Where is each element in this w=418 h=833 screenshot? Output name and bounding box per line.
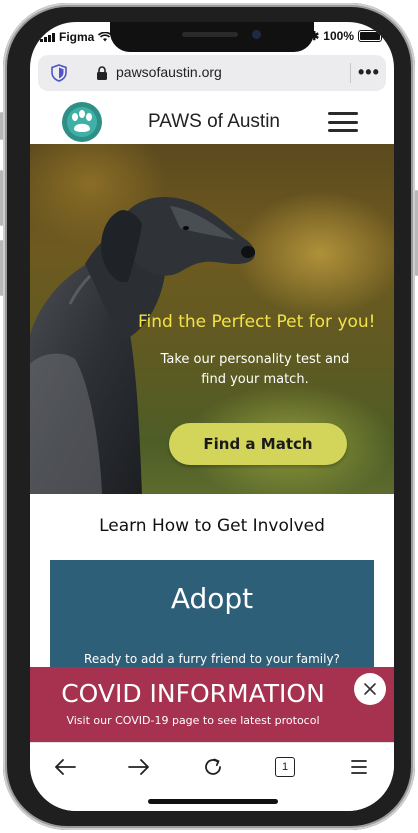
phone-screen: Figma ✱ 100% pawsofaustin.org ••• PAWS o… [30,22,394,811]
paw-print-icon [63,103,101,141]
reload-button[interactable] [198,755,228,779]
carrier-label: Figma [59,30,95,44]
address-bar[interactable]: pawsofaustin.org ••• [38,55,386,91]
battery-percent: 100% [323,29,354,43]
tracking-protection-shield-icon[interactable] [50,64,68,82]
hamburger-line [328,112,358,115]
url-text[interactable]: pawsofaustin.org [116,64,222,80]
battery-icon [358,30,385,42]
close-icon [364,683,376,695]
ellipsis-icon[interactable]: ••• [358,62,380,83]
home-indicator[interactable] [148,799,278,804]
hero-section: Find the Perfect Pet for you! Take our p… [30,144,394,494]
adopt-card-text: Ready to add a furry friend to your fami… [84,652,340,666]
find-a-match-button[interactable]: Find a Match [169,423,347,465]
status-left: Figma [40,30,113,44]
hamburger-icon[interactable] [328,112,358,132]
browser-toolbar: 1 [30,742,394,811]
hero-heading: Find the Perfect Pet for you! [138,312,376,332]
speaker-grille [182,32,238,37]
back-button[interactable] [50,755,80,779]
covid-banner[interactable]: COVID INFORMATION Visit our COVID-19 pag… [30,667,394,742]
site-logo[interactable] [62,102,102,142]
front-camera [252,30,261,39]
lock-icon [97,66,107,80]
address-bar-divider [350,63,351,83]
forward-button[interactable] [124,755,154,779]
site-header: PAWS of Austin [30,100,394,144]
site-title[interactable]: PAWS of Austin [148,111,280,133]
status-bar: Figma ✱ 100% [30,22,394,52]
back-arrow-icon [55,759,76,775]
adopt-card-title: Adopt [170,582,254,615]
signal-icon [40,32,55,42]
bluetooth-icon: ✱ [309,29,320,43]
browser-menu-button[interactable] [344,755,374,779]
reload-icon [205,758,221,775]
covid-banner-subtitle: Visit our COVID-19 page to see latest pr… [66,714,320,727]
hero-subtext: Take our personality test and find your … [160,352,350,387]
status-right: ✱ 100% [309,29,385,43]
forward-arrow-icon [128,759,149,775]
covid-banner-title: COVID INFORMATION [61,679,325,708]
close-banner-button[interactable] [354,673,386,705]
hamburger-line [328,129,358,132]
tab-count: 1 [275,757,295,777]
menu-icon [351,760,367,774]
notch [110,22,314,52]
section-title: Learn How to Get Involved [99,516,325,536]
phone-frame: Figma ✱ 100% pawsofaustin.org ••• PAWS o… [3,3,415,830]
hamburger-line [328,120,358,124]
tabs-button[interactable]: 1 [270,755,300,779]
